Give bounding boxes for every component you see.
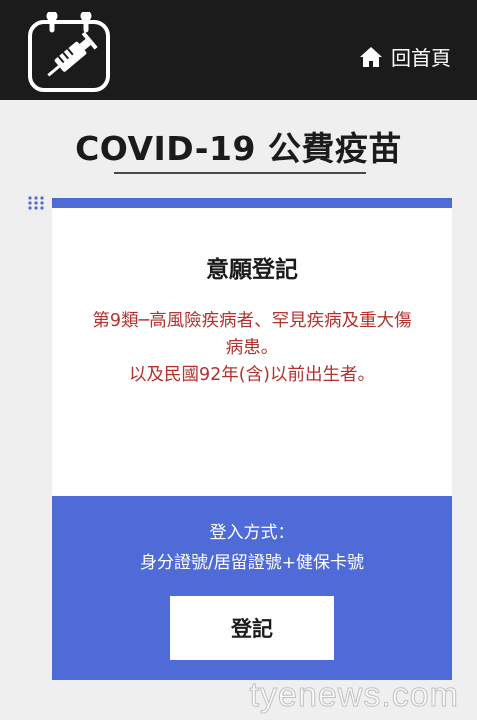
page: 回首頁 COVID-19 公費疫苗 意願登記 第9類─高風險疾病者、罕見疾病及重… xyxy=(0,0,477,720)
home-link[interactable]: 回首頁 xyxy=(359,42,451,71)
registration-card: 意願登記 第9類─高風險疾病者、罕見疾病及重大傷 病患。 以及民國92年(含)以… xyxy=(52,198,452,680)
page-title: COVID-19 公費疫苗 xyxy=(75,129,402,168)
watermark: tyenews.com xyxy=(249,676,459,715)
calendar-syringe-icon[interactable] xyxy=(26,12,112,94)
card-heading: 意願登記 xyxy=(206,257,298,283)
header-bar: 回首頁 xyxy=(0,0,477,100)
home-label: 回首頁 xyxy=(391,46,451,70)
register-button[interactable]: 登記 xyxy=(170,596,334,660)
card-accent-bar xyxy=(52,198,452,208)
eligibility-description: 第9類─高風險疾病者、罕見疾病及重大傷 病患。 以及民國92年(含)以前出生者。 xyxy=(62,308,442,389)
login-method: 身分證號/居留證號+健保卡號 xyxy=(140,553,364,573)
description-line: 以及民國92年(含)以前出生者。 xyxy=(129,365,375,385)
dots-decoration-icon xyxy=(28,196,44,210)
title-underline xyxy=(114,172,366,174)
description-line: 病患。 xyxy=(225,338,279,358)
login-section: 登入方式： 身分證號/居留證號+健保卡號 登記 xyxy=(52,496,452,680)
description-line: 第9類─高風險疾病者、罕見疾病及重大傷 xyxy=(92,311,412,331)
login-label: 登入方式： xyxy=(209,523,295,543)
home-icon xyxy=(360,46,382,67)
